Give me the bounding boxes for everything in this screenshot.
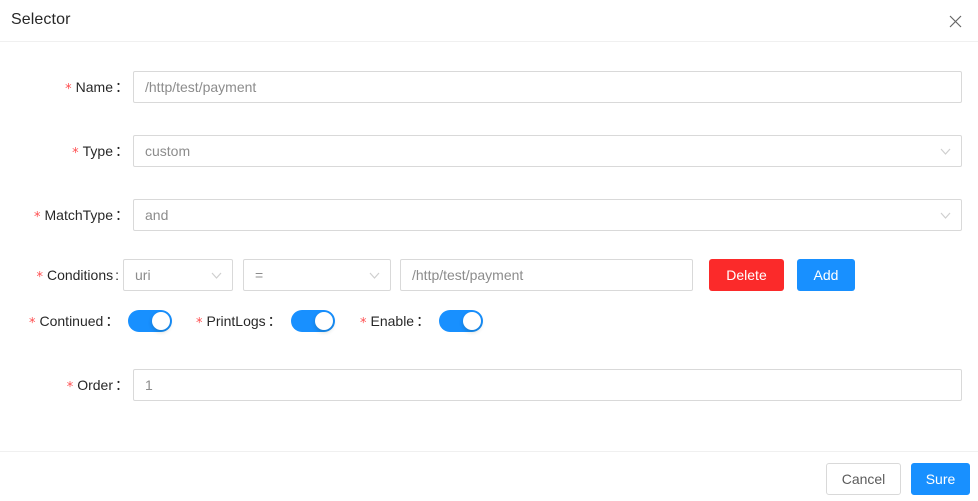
label-text: Enable [371, 313, 415, 329]
required-asterisk-icon: * [360, 316, 367, 331]
toggle-knob [463, 312, 481, 330]
required-asterisk-icon: * [36, 270, 43, 285]
label-text: MatchType [45, 207, 113, 223]
chevron-down-icon [211, 260, 222, 290]
label-colon: ： [115, 377, 129, 393]
label-colon: ： [105, 313, 119, 329]
type-select[interactable]: custom [133, 135, 962, 167]
label-colon: ： [115, 79, 129, 95]
label-colon: ： [115, 143, 129, 159]
switch-group-printlogs: * PrintLogs： [196, 309, 335, 333]
label-matchtype: * MatchType： [34, 199, 129, 231]
enable-toggle[interactable] [439, 310, 483, 332]
condition-key-value: uri [135, 260, 151, 290]
selector-dialog: Selector *Name： *Type： custom [0, 0, 978, 501]
label-text: Type [83, 143, 113, 159]
chevron-down-icon [940, 200, 951, 230]
form-row-order: *Order： [0, 369, 978, 401]
matchtype-select[interactable]: and [133, 199, 962, 231]
label-colon: ： [115, 207, 129, 223]
label-name: * Name： [65, 71, 129, 103]
label-text: Conditions [47, 267, 113, 283]
required-asterisk-icon: * [72, 146, 79, 161]
form-row-type: * Type： custom [0, 135, 978, 167]
label-colon: : [115, 267, 119, 283]
label-order: *Order： [67, 369, 129, 401]
required-asterisk-icon: * [196, 316, 203, 331]
label-conditions: * Conditions: [36, 259, 119, 291]
label-text: Order [77, 377, 113, 393]
switch-group-continued: * Continued： [29, 309, 172, 333]
dialog-footer: Cancel Sure [0, 451, 978, 501]
required-asterisk-icon: * [67, 380, 74, 395]
label-text: Name [76, 79, 113, 95]
matchtype-select-value: and [145, 200, 168, 230]
close-icon[interactable] [940, 6, 970, 36]
label-colon: ： [416, 313, 430, 329]
label-printlogs: * PrintLogs： [196, 309, 282, 333]
label-continued: * Continued： [29, 309, 119, 333]
required-asterisk-icon: * [34, 210, 41, 225]
toggle-knob [152, 312, 170, 330]
form-row-name: * Name： [0, 71, 978, 103]
name-input[interactable] [133, 71, 962, 103]
condition-operator-value: = [255, 260, 263, 290]
required-asterisk-icon: * [29, 316, 36, 331]
condition-value-input[interactable] [400, 259, 693, 291]
label-type: * Type： [72, 135, 129, 167]
type-select-value: custom [145, 136, 190, 166]
dialog-header: Selector [0, 0, 978, 42]
condition-operator-select[interactable]: = [243, 259, 391, 291]
add-condition-button[interactable]: Add [797, 259, 855, 291]
cancel-button[interactable]: Cancel [826, 463, 901, 495]
label-colon: ： [268, 313, 282, 329]
toggle-knob [315, 312, 333, 330]
label-text: Continued [40, 313, 104, 329]
form-row-matchtype: * MatchType： and [0, 199, 978, 231]
dialog-title: Selector [11, 9, 71, 31]
order-input[interactable] [133, 369, 962, 401]
confirm-button[interactable]: Sure [911, 463, 970, 495]
switch-group-enable: * Enable： [360, 309, 483, 333]
dialog-body: *Name： *Type： custom *MatchType： [0, 42, 978, 451]
required-asterisk-icon: * [65, 82, 72, 97]
condition-key-select[interactable]: uri [123, 259, 233, 291]
chevron-down-icon [940, 136, 951, 166]
label-text: PrintLogs [207, 313, 266, 329]
form-row-conditions: * Conditions: uri = Delete [0, 259, 978, 291]
form-row-switches: *Continued： *PrintLogs： *Enable： [0, 309, 978, 333]
delete-condition-button[interactable]: Delete [709, 259, 784, 291]
continued-toggle[interactable] [128, 310, 172, 332]
label-enable: * Enable： [360, 309, 430, 333]
chevron-down-icon [369, 260, 380, 290]
printlogs-toggle[interactable] [291, 310, 335, 332]
